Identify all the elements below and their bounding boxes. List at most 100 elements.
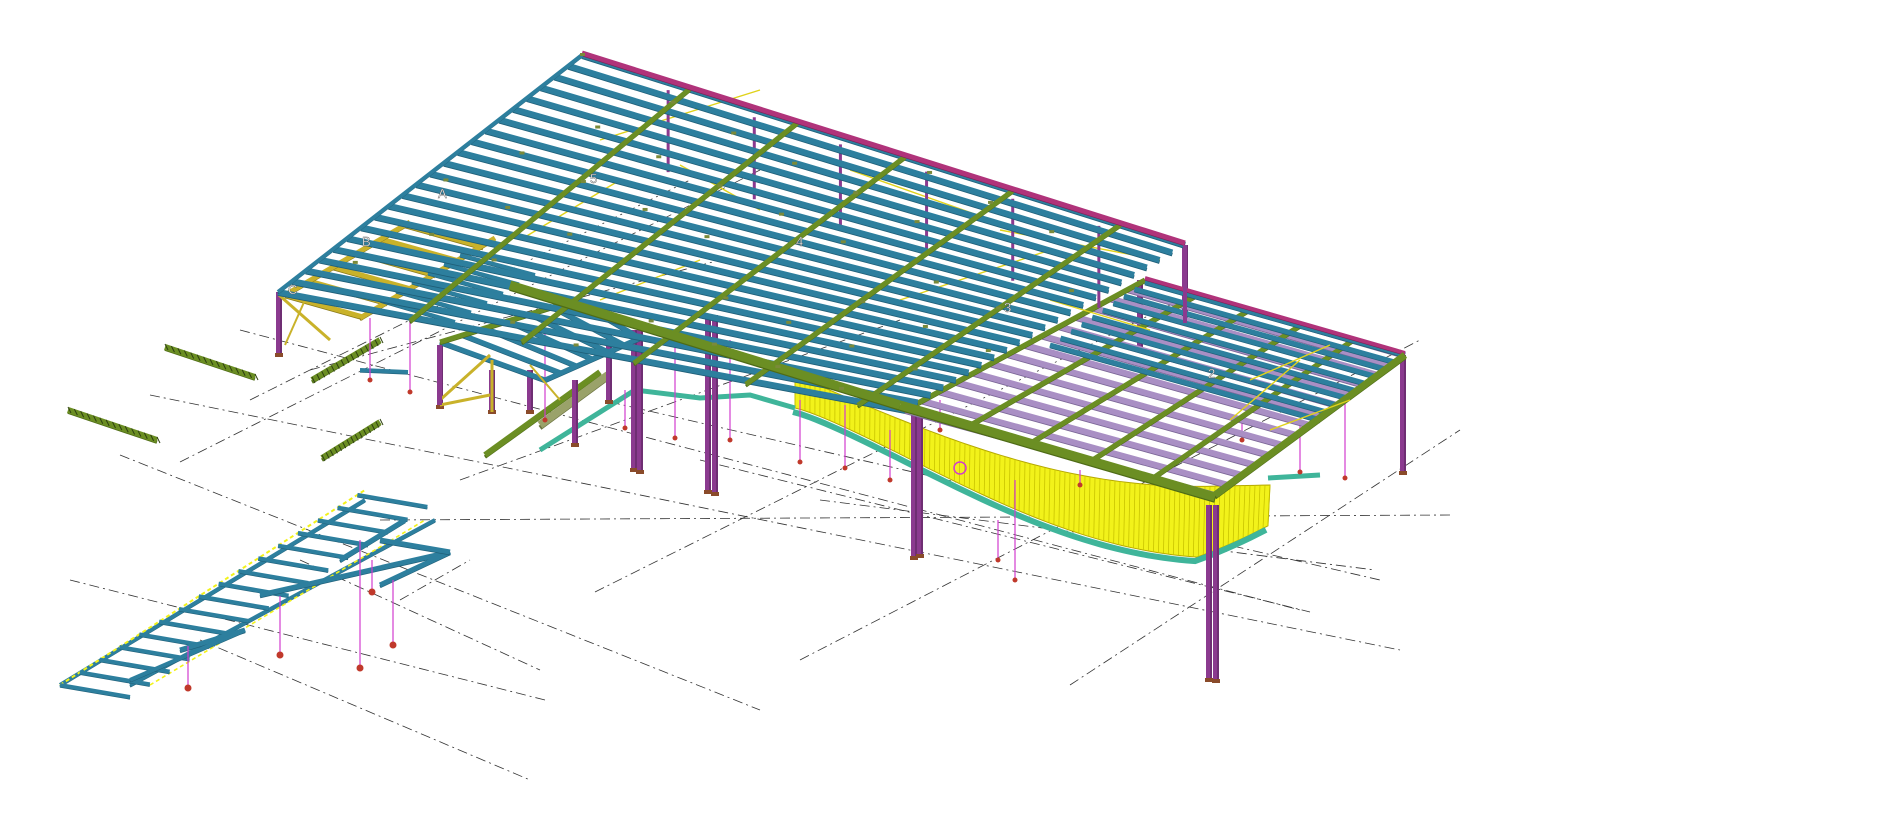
connection-plate — [443, 178, 449, 182]
grid-label-b: B — [362, 234, 371, 249]
fascia-stud — [929, 431, 931, 469]
floor-joist — [59, 683, 131, 699]
connection-plate — [519, 151, 525, 155]
connection-plate — [723, 296, 729, 300]
base-plate — [711, 492, 719, 496]
connection-plate — [860, 300, 866, 304]
connection-plate — [912, 367, 918, 371]
grid-line — [199, 639, 531, 781]
anchor-point — [622, 425, 628, 431]
connection-plate — [491, 258, 497, 262]
loose-beam-1 — [164, 344, 256, 380]
base-plate — [526, 410, 534, 414]
connection-plate — [853, 191, 859, 195]
anchor-point — [407, 389, 413, 395]
base-plate — [1205, 678, 1213, 682]
loose-beam-2-tick — [156, 436, 161, 444]
connection-plate — [786, 320, 792, 324]
anchor-point — [842, 465, 848, 471]
floor-framing — [58, 489, 452, 700]
anchor-point — [389, 641, 397, 649]
anchor-point — [184, 684, 192, 692]
anchor-point — [672, 435, 678, 441]
connection-plate — [670, 100, 676, 104]
connection-plate — [711, 342, 717, 346]
loose-beam-2 — [67, 407, 158, 443]
base-plate — [636, 470, 644, 474]
connection-plate — [922, 324, 928, 328]
connection-plate — [352, 260, 358, 264]
connection-plate — [595, 125, 601, 129]
connection-plate — [840, 240, 846, 244]
slab-edge-end — [1267, 472, 1321, 481]
floor-joist — [337, 505, 408, 522]
connection-plate — [704, 235, 710, 239]
connection-plate — [914, 220, 920, 224]
loose-beam-6 — [483, 369, 602, 458]
base-plate — [605, 400, 613, 404]
connection-plate — [792, 161, 798, 165]
connection-plate — [731, 131, 737, 135]
fascia-stud — [924, 429, 926, 467]
connection-plate — [656, 155, 662, 159]
connection-plate — [996, 306, 1002, 310]
anchor-point — [367, 377, 373, 383]
grid-label-a: A — [438, 186, 447, 201]
anchor-point — [797, 459, 803, 465]
floor-stringer — [58, 498, 367, 687]
anchor-point — [887, 477, 893, 483]
anchor-point — [1239, 437, 1245, 443]
grid-label-c: C — [288, 282, 297, 297]
anchor-point — [727, 437, 733, 443]
floor-joist — [178, 606, 250, 623]
grid-line — [399, 559, 471, 601]
structural-model-view: A B C 5 4 3 2 — [58, 50, 1461, 781]
floor-joist — [257, 556, 329, 573]
connection-plate — [505, 205, 511, 209]
connection-plate — [510, 320, 516, 324]
floor-joist — [277, 543, 349, 560]
base-plate — [275, 353, 283, 357]
connection-plate — [573, 343, 579, 347]
connection-plate — [642, 207, 648, 211]
floor-joist — [238, 568, 309, 585]
grid-label-2: 2 — [1208, 366, 1215, 381]
connection-plate — [429, 232, 435, 236]
connection-plate — [567, 232, 573, 236]
loose-beam-1-tick — [254, 373, 259, 381]
connection-plate — [988, 200, 994, 204]
connection-plate — [1068, 289, 1074, 293]
connection-plate — [849, 344, 855, 348]
loose-beam-5 — [359, 368, 409, 374]
connection-plate — [775, 365, 781, 369]
connection-plate — [717, 184, 723, 188]
lower-brace — [438, 353, 492, 402]
floor-joist — [357, 492, 428, 509]
canopy-brace — [284, 299, 306, 346]
anchor-point — [542, 417, 548, 423]
base-plate — [1399, 471, 1407, 475]
anchor-point — [1077, 482, 1083, 488]
floor-bay-beam — [259, 549, 451, 598]
floor-joist — [297, 530, 369, 547]
base-plate — [1212, 679, 1220, 683]
connection-plate — [648, 319, 654, 323]
grid-label-5: 5 — [590, 171, 597, 186]
grid-label-4: 4 — [796, 234, 803, 249]
connection-plate — [985, 349, 991, 353]
connection-plate — [1049, 230, 1055, 234]
anchor-point — [1342, 475, 1348, 481]
connection-plate — [779, 212, 785, 216]
anchor-point — [368, 588, 376, 596]
main-roof — [276, 50, 1217, 503]
connection-plate — [927, 170, 933, 174]
floor-joist — [158, 619, 230, 636]
base-plate — [916, 554, 924, 558]
connection-plate — [580, 180, 586, 184]
base-plate — [704, 490, 712, 494]
connection-plate — [580, 53, 585, 56]
connection-plate — [933, 280, 939, 284]
grid-label-3: 3 — [1004, 300, 1011, 315]
anchor-point — [937, 427, 943, 433]
anchor-point — [1012, 577, 1018, 583]
